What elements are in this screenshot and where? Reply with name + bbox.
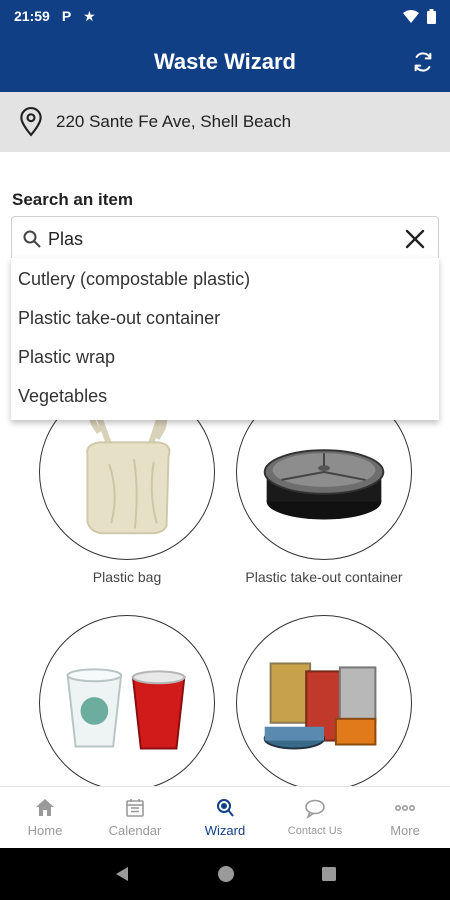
address-text: 220 Sante Fe Ave, Shell Beach <box>56 112 292 131</box>
search-icon <box>23 230 41 248</box>
system-navigation-bar <box>0 848 450 900</box>
plastic-cups-image <box>66 668 186 750</box>
item-image-frame <box>39 615 215 791</box>
item-image-frame <box>236 615 412 791</box>
item-caption: Plastic bag <box>92 569 162 585</box>
nav-contact[interactable]: Contact Us <box>270 787 360 848</box>
refresh-button[interactable] <box>408 47 438 77</box>
clear-search-button[interactable] <box>402 226 428 252</box>
suggestion-item[interactable]: Cutlery (compostable plastic) <box>11 260 439 299</box>
home-circle-icon[interactable] <box>216 864 236 884</box>
more-icon <box>394 805 416 812</box>
suggestion-item[interactable]: Vegetables <box>11 377 439 416</box>
item-card-plastic-cups[interactable] <box>39 615 215 791</box>
metal-cans-image <box>263 662 377 750</box>
nav-calendar-label: Calendar <box>108 823 162 838</box>
bottom-navigation: Home Calendar Wizard Contact Us More <box>0 786 450 848</box>
nav-contact-label: Contact Us <box>287 825 343 837</box>
back-icon[interactable] <box>113 865 131 883</box>
wizard-icon <box>217 799 234 817</box>
status-bar: 21:59 P ★ <box>0 0 450 32</box>
address-bar[interactable]: 220 Sante Fe Ave, Shell Beach <box>0 92 450 152</box>
item-card-metal-cans[interactable] <box>236 615 412 791</box>
suggestion-dropdown: Cutlery (compostable plastic) Plastic ta… <box>11 258 439 420</box>
recents-icon[interactable] <box>321 866 337 882</box>
app-title: Waste Wizard <box>153 49 296 74</box>
nav-wizard[interactable]: Wizard <box>180 787 270 848</box>
nav-calendar[interactable]: Calendar <box>90 787 180 848</box>
suggestion-item[interactable]: Plastic wrap <box>11 338 439 377</box>
nav-more[interactable]: More <box>360 787 450 848</box>
status-time: 21:59 <box>14 8 50 24</box>
wifi-icon <box>403 9 419 23</box>
app-bar: Waste Wizard <box>0 32 450 92</box>
refresh-icon <box>414 52 432 72</box>
suggestion-item[interactable]: Plastic take-out container <box>11 299 439 338</box>
location-pin-icon <box>20 107 42 137</box>
search-label: Search an item <box>12 190 133 209</box>
nav-wizard-label: Wizard <box>204 823 246 838</box>
home-icon <box>36 799 54 816</box>
battery-icon <box>427 8 436 24</box>
search-value: Plas <box>48 228 84 249</box>
item-caption: Plastic take-out container <box>245 569 403 585</box>
search-input[interactable]: Plas <box>11 216 439 262</box>
nav-home-label: Home <box>27 823 63 838</box>
calendar-icon <box>126 799 144 817</box>
nav-more-label: More <box>390 823 420 838</box>
parking-notification-icon: P <box>61 8 72 24</box>
nav-home[interactable]: Home <box>0 787 90 848</box>
close-icon <box>405 229 425 249</box>
chat-icon <box>305 799 325 819</box>
star-notification-icon: ★ <box>83 7 96 24</box>
